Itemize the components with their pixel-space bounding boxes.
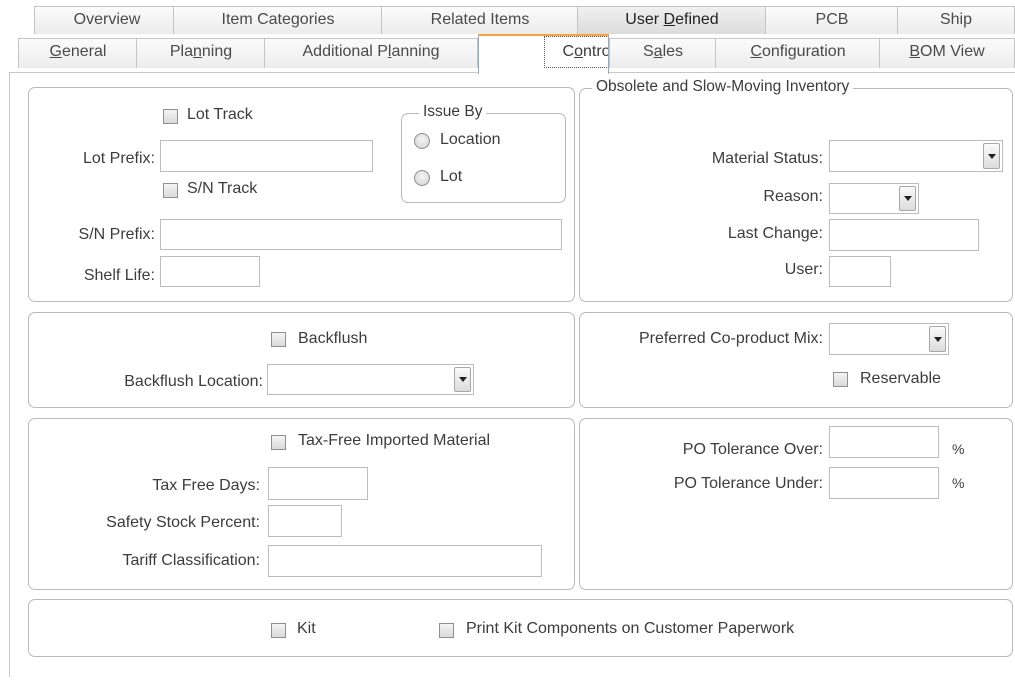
last-change-label: Last Change:: [727, 225, 823, 242]
chevron-down-icon[interactable]: [899, 186, 916, 211]
safety-stock-percent-label: Safety Stock Percent:: [106, 514, 260, 531]
reservable-label: Reservable: [860, 370, 941, 387]
tariff-classification-input[interactable]: [268, 545, 542, 577]
po-tolerance-over-percent: %: [952, 441, 965, 457]
issue-by-lot-radio[interactable]: [414, 170, 430, 186]
tab-ship-label: Ship: [939, 11, 973, 28]
chevron-down-icon[interactable]: [929, 326, 946, 352]
coproduct-mix-label: Preferred Co-product Mix:: [638, 330, 823, 347]
backflush-label: Backflush: [298, 330, 368, 347]
tab-item-categories-label: Item Categories: [221, 11, 335, 28]
tab-bom-view[interactable]: BOM View: [879, 38, 1015, 68]
tax-free-days-input[interactable]: [268, 467, 368, 500]
tax-free-checkbox[interactable]: [271, 435, 286, 450]
issue-by-lot-label: Lot: [440, 168, 463, 185]
tab-overview[interactable]: Overview: [34, 6, 180, 34]
issue-by-legend: Issue By: [419, 103, 487, 121]
backflush-checkbox[interactable]: [271, 332, 286, 347]
tab-general-label: General: [49, 43, 107, 60]
tab-planning[interactable]: Planning: [136, 38, 266, 68]
tab-related-items-label: Related Items: [430, 11, 530, 28]
tab-bom-view-label: BOM View: [909, 43, 985, 60]
tab-configuration-label: Configuration: [750, 43, 846, 60]
po-tolerance-over-label: PO Tolerance Over:: [682, 441, 823, 458]
kit-label: Kit: [297, 620, 316, 637]
material-status-select[interactable]: [829, 140, 1003, 172]
lot-prefix-label: Lot Prefix:: [82, 150, 155, 167]
tab-additional-planning-label: Additional Planning: [302, 43, 440, 60]
coproduct-mix-select[interactable]: [829, 323, 949, 355]
tab-configuration[interactable]: Configuration: [715, 38, 881, 68]
tab-overview-label: Overview: [73, 11, 141, 28]
tariff-classification-label: Tariff Classification:: [122, 552, 260, 569]
reservable-checkbox[interactable]: [833, 372, 848, 387]
reason-label: Reason:: [763, 188, 823, 205]
lot-track-checkbox[interactable]: [163, 109, 178, 124]
sn-prefix-label: S/N Prefix:: [78, 226, 155, 243]
shelf-life-input[interactable]: [160, 256, 260, 287]
tab-item-categories[interactable]: Item Categories: [173, 6, 383, 34]
tab-user-defined-label: User Defined: [625, 11, 719, 28]
user-input[interactable]: [829, 256, 891, 287]
tab-user-defined[interactable]: User Defined: [577, 6, 767, 34]
po-tolerance-over-input[interactable]: [829, 426, 939, 458]
obsolete-inventory-legend: Obsolete and Slow-Moving Inventory: [592, 78, 854, 96]
tab-pcb-label: PCB: [815, 11, 849, 28]
tab-planning-label: Planning: [169, 43, 233, 60]
lot-track-label: Lot Track: [187, 106, 253, 123]
po-tolerance-under-label: PO Tolerance Under:: [673, 475, 823, 492]
tab-additional-planning[interactable]: Additional Planning: [264, 38, 478, 68]
issue-by-location-label: Location: [440, 131, 501, 148]
sn-prefix-input[interactable]: [160, 219, 562, 250]
last-change-input[interactable]: [829, 219, 979, 251]
tax-free-days-label: Tax Free Days:: [152, 477, 260, 494]
kit-checkbox[interactable]: [271, 623, 286, 638]
issue-by-location-radio[interactable]: [414, 133, 430, 149]
tab-sales[interactable]: Sales: [609, 38, 717, 68]
tab-pcb[interactable]: PCB: [765, 6, 899, 34]
tab-ship[interactable]: Ship: [897, 6, 1015, 34]
chevron-down-icon[interactable]: [983, 143, 1000, 169]
tab-general[interactable]: General: [18, 38, 138, 68]
issue-by-group: [401, 113, 566, 203]
print-kit-components-checkbox[interactable]: [439, 623, 454, 638]
backflush-location-select[interactable]: [267, 364, 474, 395]
backflush-location-label: Backflush Location:: [124, 373, 263, 390]
material-status-label: Material Status:: [711, 150, 823, 167]
po-tolerance-under-input[interactable]: [829, 467, 939, 499]
shelf-life-label: Shelf Life:: [83, 267, 155, 284]
tab-sales-label: Sales: [642, 43, 684, 60]
tab-controls-label: Controls: [543, 36, 608, 68]
reason-select[interactable]: [829, 183, 919, 214]
chevron-down-icon[interactable]: [454, 367, 471, 392]
print-kit-components-label: Print Kit Components on Customer Paperwo…: [466, 620, 795, 637]
tax-free-label: Tax-Free Imported Material: [298, 432, 491, 449]
sn-track-label: S/N Track: [187, 180, 258, 197]
user-label: User:: [784, 261, 823, 278]
po-tolerance-under-percent: %: [952, 475, 965, 491]
content-frame-left: [9, 72, 10, 677]
tab-related-items[interactable]: Related Items: [381, 6, 579, 34]
lot-prefix-input[interactable]: [160, 140, 373, 172]
safety-stock-percent-input[interactable]: [268, 505, 342, 537]
tab-controls[interactable]: Controls: [478, 34, 609, 74]
sn-track-checkbox[interactable]: [163, 183, 178, 198]
